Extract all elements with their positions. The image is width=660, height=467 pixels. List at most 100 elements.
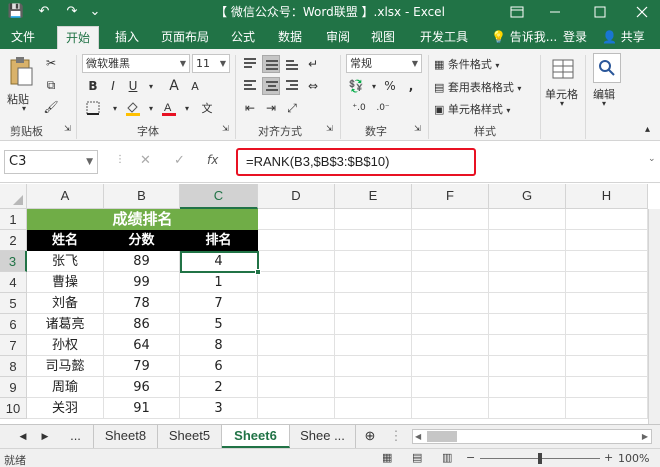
paste-dropdown-icon[interactable]: ▾ [22,104,26,113]
page-break-view-icon[interactable]: ▥ [442,451,452,464]
ribbon-display-options-icon[interactable] [502,0,532,23]
cell-g1[interactable] [489,209,566,230]
tab-insert[interactable]: 插入 [107,26,147,49]
cell-styles-button[interactable]: ▣ 单元格样式 ▾ [434,101,510,117]
sheet-tab-sheet5[interactable]: Sheet5 [158,425,222,448]
cell-a8[interactable]: 司马懿 [27,356,104,377]
cell-c3[interactable]: 4 [180,251,258,272]
cell-f6[interactable] [412,314,489,335]
cell-b8[interactable]: 79 [104,356,180,377]
redo-icon[interactable]: ↷ [62,2,82,21]
column-header-c[interactable]: C [180,184,258,209]
cell-g5[interactable] [489,293,566,314]
cell-d9[interactable] [258,377,335,398]
cell-d2[interactable] [258,230,335,251]
cell-g6[interactable] [489,314,566,335]
column-header-f[interactable]: F [412,184,489,209]
cell-a7[interactable]: 孙权 [27,335,104,356]
cell-d10[interactable] [258,398,335,419]
cell-c7[interactable]: 8 [180,335,258,356]
zoom-in-icon[interactable]: + [604,451,613,464]
top-align-icon[interactable] [241,55,259,73]
underline-icon[interactable]: U [124,77,142,95]
cell-h10[interactable] [566,398,648,419]
expand-formula-bar-icon[interactable]: ⌄ [648,154,656,164]
font-launcher-icon[interactable]: ⇲ [222,124,229,133]
scroll-right-icon[interactable]: ▶ [642,430,648,443]
number-launcher-icon[interactable]: ⇲ [414,124,421,133]
currency-icon[interactable]: 💱 [347,77,365,95]
scroll-thumb[interactable] [427,431,457,442]
row-header-9[interactable]: 9 [0,377,27,398]
save-icon[interactable]: 💾 [6,2,26,21]
formula-bar-handle-icon[interactable]: ⋮ [115,154,125,165]
cell-h6[interactable] [566,314,648,335]
cell-h5[interactable] [566,293,648,314]
increase-font-icon[interactable]: A [165,77,183,95]
cell-f8[interactable] [412,356,489,377]
row-header-5[interactable]: 5 [0,293,27,314]
name-box[interactable]: C3 ▼ [4,150,98,174]
cell-d8[interactable] [258,356,335,377]
cell-d1[interactable] [258,209,335,230]
cell-c2[interactable]: 排名 [180,230,258,251]
enter-icon[interactable]: ✓ [174,153,185,168]
bold-icon[interactable]: B [84,77,102,95]
cell-d4[interactable] [258,272,335,293]
cell-f1[interactable] [412,209,489,230]
cell-e6[interactable] [335,314,412,335]
cell-a5[interactable]: 刘备 [27,293,104,314]
page-layout-view-icon[interactable]: ▤ [412,451,422,464]
fill-handle[interactable] [255,269,261,275]
horizontal-scrollbar[interactable]: ◀ ▶ [412,429,652,444]
align-center-icon[interactable] [262,77,280,95]
cell-h2[interactable] [566,230,648,251]
vertical-scrollbar[interactable] [648,209,660,424]
format-as-table-button[interactable]: ▤ 套用表格格式 ▾ [434,79,521,95]
tab-splitter-icon[interactable]: ⋮ [388,425,404,448]
cell-f5[interactable] [412,293,489,314]
cell-b9[interactable]: 96 [104,377,180,398]
align-left-icon[interactable] [241,77,259,95]
cells-icon[interactable] [548,55,578,83]
fill-color-dropdown-icon[interactable]: ▾ [142,99,160,117]
tab-developer[interactable]: 开发工具 [412,26,476,49]
percent-icon[interactable]: % [381,77,399,95]
zoom-slider-thumb[interactable] [538,453,542,464]
cell-d5[interactable] [258,293,335,314]
cut-icon[interactable]: ✂ [42,54,60,72]
column-header-h[interactable]: H [566,184,648,209]
cell-c6[interactable]: 5 [180,314,258,335]
paste-icon[interactable] [6,55,36,89]
row-header-2[interactable]: 2 [0,230,27,251]
decrease-font-icon[interactable]: A [186,77,204,95]
number-format-combo[interactable]: 常规 ▼ [346,54,422,73]
normal-view-icon[interactable]: ▦ [382,451,392,464]
cell-f10[interactable] [412,398,489,419]
cell-e3[interactable] [335,251,412,272]
cancel-icon[interactable]: ✕ [140,153,151,168]
collapse-ribbon-icon[interactable]: ▴ [645,124,650,135]
merge-center-icon[interactable]: ⇔ [304,77,322,95]
font-name-combo[interactable]: 微软雅黑 ▼ [82,54,190,73]
tab-file[interactable]: 文件 [3,26,43,49]
add-sheet-icon[interactable]: ⊕ [360,425,380,448]
cell-b3[interactable]: 89 [104,251,180,272]
cell-c10[interactable]: 3 [180,398,258,419]
scroll-left-icon[interactable]: ◀ [415,430,421,443]
cell-a3[interactable]: 张飞 [27,251,104,272]
cell-f2[interactable] [412,230,489,251]
cell-h1[interactable] [566,209,648,230]
cell-c9[interactable]: 2 [180,377,258,398]
decrease-decimal-icon[interactable]: .0⁻ [374,99,392,117]
cell-b2[interactable]: 分数 [104,230,180,251]
column-header-e[interactable]: E [335,184,412,209]
underline-dropdown-icon[interactable]: ▾ [142,77,160,95]
zoom-level[interactable]: 100% [618,452,649,465]
cell-c5[interactable]: 7 [180,293,258,314]
cell-f4[interactable] [412,272,489,293]
cell-b7[interactable]: 64 [104,335,180,356]
editing-dropdown-icon[interactable]: ▾ [602,99,606,108]
bottom-align-icon[interactable] [283,55,301,73]
maximize-icon[interactable] [585,0,615,23]
